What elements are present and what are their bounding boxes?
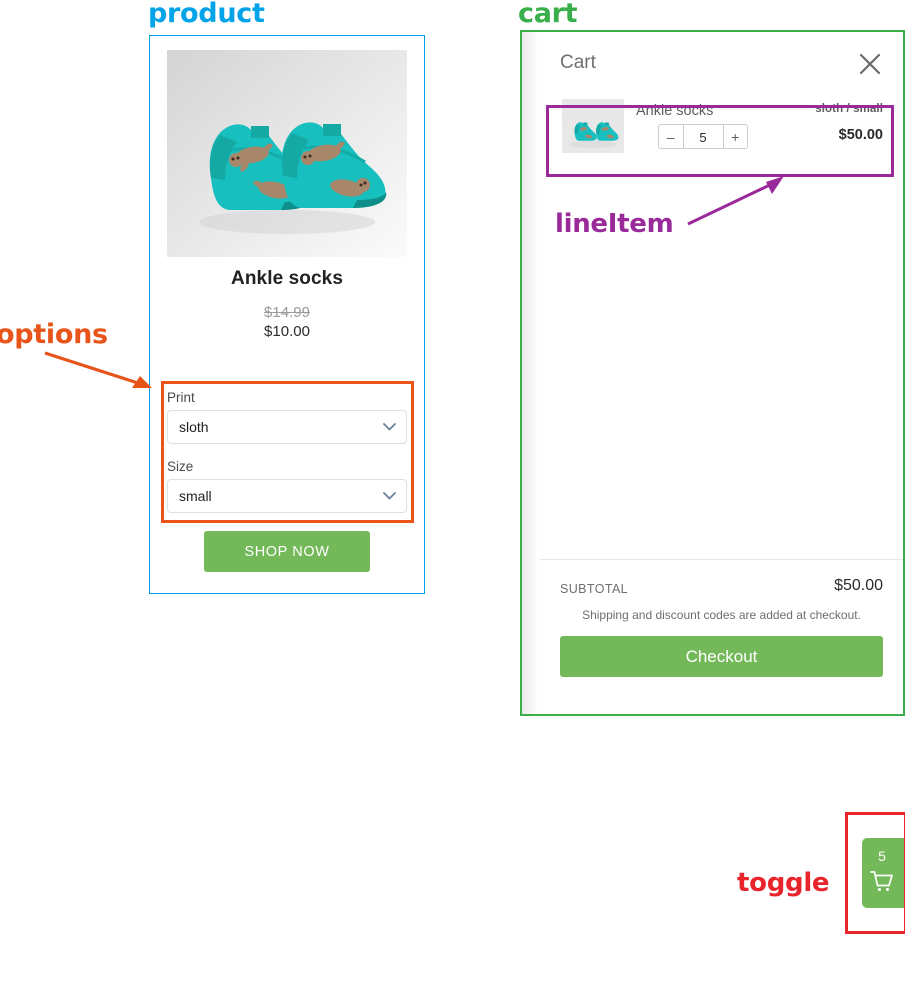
annotation-label-product: product bbox=[148, 0, 265, 29]
line-item-title: Ankle socks bbox=[636, 103, 714, 119]
annotation-arrow-options bbox=[44, 351, 152, 388]
cart-drawer: Cart Ankle socks sloth / small $50.00 – … bbox=[522, 32, 903, 714]
cart-note: Shipping and discount codes are added at… bbox=[582, 608, 861, 622]
checkout-button[interactable]: Checkout bbox=[560, 636, 883, 677]
screenshot-stage: product Ankle socks $14.99 $10.00 Print … bbox=[0, 0, 905, 1000]
quantity-input[interactable] bbox=[683, 125, 723, 150]
product-price: $10.00 bbox=[264, 323, 310, 340]
drawer-edge-shadow bbox=[522, 32, 540, 714]
product-image bbox=[167, 50, 407, 257]
product-image-illustration bbox=[167, 50, 407, 257]
product-card: Ankle socks $14.99 $10.00 Print sloth Si… bbox=[150, 36, 424, 593]
option-label-print: Print bbox=[167, 390, 195, 405]
line-item-variant: sloth / small bbox=[815, 103, 883, 115]
cart-footer: SUBTOTAL $50.00 Shipping and discount co… bbox=[540, 559, 903, 714]
line-item-thumbnail-illustration bbox=[562, 99, 624, 153]
option-value-size: small bbox=[179, 488, 212, 504]
annotation-label-cart: cart bbox=[518, 0, 578, 29]
product-title: Ankle socks bbox=[231, 268, 343, 289]
line-item-thumbnail bbox=[562, 99, 624, 153]
line-item: Ankle socks sloth / small $50.00 – + bbox=[540, 94, 903, 166]
close-icon[interactable] bbox=[858, 52, 882, 76]
product-compare-price: $14.99 bbox=[264, 304, 310, 321]
cart-header: Cart bbox=[540, 32, 903, 94]
cart-title: Cart bbox=[560, 52, 596, 73]
annotation-label-options: options bbox=[0, 319, 108, 350]
line-item-price: $50.00 bbox=[838, 127, 883, 143]
option-value-print: sloth bbox=[179, 419, 209, 435]
quantity-stepper: – + bbox=[658, 124, 748, 150]
option-select-print[interactable]: sloth bbox=[167, 410, 407, 444]
cart-line-items: Ankle socks sloth / small $50.00 – + bbox=[540, 94, 903, 166]
chevron-down-icon bbox=[383, 492, 396, 500]
annotation-label-toggle: toggle bbox=[737, 868, 830, 898]
annotation-label-lineitem: lineItem bbox=[555, 209, 674, 239]
quantity-increment-button[interactable]: + bbox=[722, 125, 748, 148]
quantity-decrement-button[interactable]: – bbox=[659, 125, 684, 148]
option-label-size: Size bbox=[167, 459, 194, 474]
annotation-arrow-lineitem bbox=[687, 176, 784, 226]
shop-now-button[interactable]: SHOP NOW bbox=[204, 531, 370, 572]
cart-toggle-button[interactable]: 5 bbox=[862, 838, 905, 908]
subtotal-label: SUBTOTAL bbox=[560, 582, 629, 596]
cart-toggle-count: 5 bbox=[878, 848, 886, 864]
shopping-cart-icon bbox=[870, 871, 893, 891]
chevron-down-icon bbox=[383, 423, 396, 431]
option-select-size[interactable]: small bbox=[167, 479, 407, 513]
subtotal-value: $50.00 bbox=[834, 577, 883, 594]
